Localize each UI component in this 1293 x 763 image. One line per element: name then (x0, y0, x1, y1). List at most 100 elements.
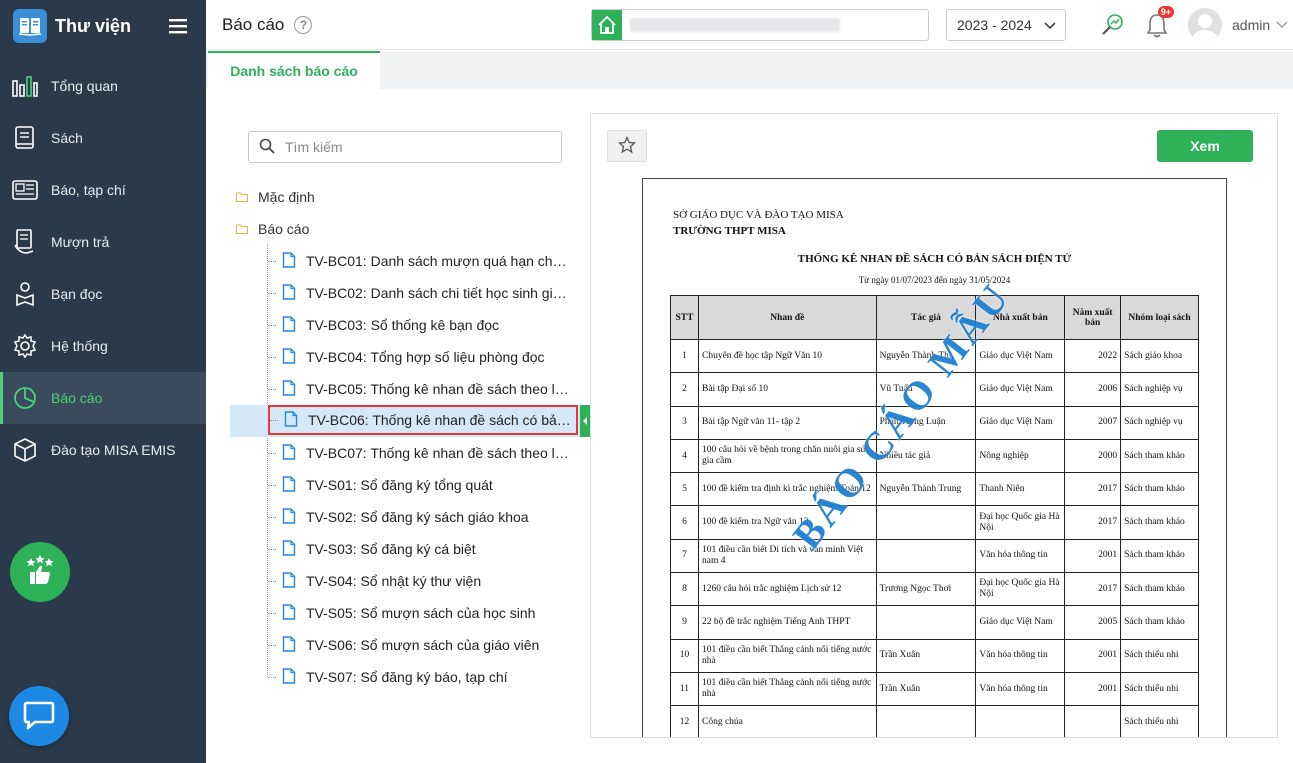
tree-branch (268, 516, 276, 518)
report-item[interactable]: TV-BC07: Thống kê nhan đề sách theo lượt… (268, 438, 578, 468)
sidebar-item-sach[interactable]: Sách (0, 112, 206, 164)
report-item[interactable]: TV-S04: Sổ nhật ký thư viện (268, 566, 578, 596)
view-button[interactable]: Xem (1157, 130, 1253, 162)
tree-branch (268, 388, 276, 390)
sidebar-item-bao-tap-chi[interactable]: Báo, tạp chí (0, 164, 206, 216)
report-item[interactable]: TV-BC04: Tổng hợp số liệu phòng đọc (268, 342, 578, 372)
tree-branch (268, 324, 276, 326)
table-cell: 2017 (1064, 472, 1122, 507)
table-cell: Văn hóa thông tin (975, 538, 1066, 574)
report-preview-panel: Xem SỞ GIÁO DỤC VÀ ĐÀO TẠO MISA TRƯỜNG T… (590, 113, 1278, 738)
column-header: Năm xuất bản (1064, 295, 1122, 340)
table-cell: 2001 (1064, 638, 1122, 673)
table-cell: Sách tham khảo (1120, 472, 1199, 507)
chevron-down-icon[interactable] (1276, 17, 1288, 33)
tab-danh-sach-bao-cao[interactable]: Danh sách báo cáo (208, 51, 380, 89)
report-item[interactable]: TV-BC03: Sổ thống kê bạn đọc (268, 310, 578, 340)
document-icon (282, 315, 296, 335)
table-cell: 11 (670, 671, 699, 707)
sidebar-item-dao-tao-misa-emis[interactable]: Đào tạo MISA EMIS (0, 424, 206, 476)
report-label: TV-BC06: Thống kê nhan đề sách có bản sá… (308, 412, 576, 428)
table-cell: Công chúa (697, 705, 877, 737)
report-item[interactable]: TV-S01: Sổ đăng ký tổng quát (268, 470, 578, 500)
report-item[interactable]: TV-S06: Sổ mượn sách của giáo viên (268, 630, 578, 660)
feedback-button[interactable] (10, 542, 70, 602)
table-cell: 101 điều cần biết Di tích và văn minh Vi… (697, 538, 877, 574)
table-cell: 3 (670, 405, 699, 440)
document-icon (284, 410, 298, 430)
tree-branch (270, 419, 278, 421)
folder-label: Báo cáo (258, 221, 310, 237)
school-year-select[interactable]: 2023 - 2024 (946, 9, 1066, 41)
table-cell: 22 bộ đề trắc nghiệm Tiếng Anh THPT (697, 605, 877, 640)
report-item[interactable]: TV-S07: Sổ đăng ký báo, tạp chí (268, 662, 578, 692)
report-item[interactable]: TV-S05: Sổ mượn sách của học sinh (268, 598, 578, 628)
sidebar-item-label: Mượn trả (51, 234, 110, 250)
folder-open-icon (236, 221, 248, 237)
table-cell (875, 605, 977, 640)
table-cell: Bài tập Đại số 10 (697, 372, 877, 407)
hamburger-menu-icon[interactable] (158, 6, 198, 46)
table-cell: 9 (670, 605, 699, 640)
table-cell: Nhiều tác giả (875, 438, 977, 474)
table-cell: Sách tham khảo (1120, 538, 1199, 574)
folder-bao-cao[interactable]: Báo cáo (236, 217, 309, 241)
borrow-return-icon (11, 228, 39, 256)
table-cell: 100 đề kiểm tra định kì trắc nghiệm Toán… (697, 472, 877, 507)
library-logo-icon (13, 9, 47, 43)
book-icon (11, 124, 39, 152)
folder-icon (236, 189, 248, 205)
report-label: TV-S04: Sổ nhật ký thư viện (306, 573, 482, 589)
search-input[interactable] (285, 139, 545, 155)
table-cell: Vũ Tuấn (875, 372, 977, 407)
report-item[interactable]: TV-BC06: Thống kê nhan đề sách có bản sá… (268, 405, 578, 435)
school-selector[interactable] (591, 9, 929, 41)
report-item[interactable]: TV-BC01: Danh sách mượn quá hạn chưa trả (268, 246, 578, 276)
sidebar-item-he-thong[interactable]: Hệ thống (0, 320, 206, 372)
folder-mac-dinh[interactable]: Mặc định (236, 185, 315, 209)
table-cell: Giáo dục Việt Nam (975, 605, 1066, 640)
table-cell: Sách tham khảo (1120, 572, 1199, 607)
help-icon[interactable]: ? (294, 15, 313, 34)
report-item[interactable]: TV-S02: Sổ đăng ký sách giáo khoa (268, 502, 578, 532)
table-row: 10 101 điều cần biết Thắng cảnh nổi tiếng… (670, 638, 1199, 673)
user-name[interactable]: admin (1232, 17, 1270, 33)
tree-search[interactable] (248, 131, 562, 163)
page-title: Báo cáo (222, 14, 285, 34)
sidebar-item-label: Báo cáo (51, 390, 103, 406)
table-cell: Trần Xuân (875, 671, 977, 707)
document-icon (282, 603, 296, 623)
table-cell (875, 705, 977, 737)
sidebar-item-ban-doc[interactable]: Bạn đọc (0, 268, 206, 320)
table-cell: Nguyễn Thành Thi (875, 338, 977, 374)
table-cell: 6 (670, 505, 699, 540)
document-icon (282, 571, 296, 591)
report-item[interactable]: TV-S03: Sổ đăng ký cá biệt (268, 534, 578, 564)
notification-bell-icon[interactable]: 9+ (1140, 6, 1174, 42)
chat-button[interactable] (9, 686, 69, 746)
sidebar-item-tong-quan[interactable]: Tổng quan (0, 60, 206, 112)
table-row: 1 Chuyên đề học tập Ngữ Văn 10 Nguyễn Thàn… (670, 338, 1199, 374)
avatar[interactable] (1188, 8, 1222, 42)
table-cell: Bài tập Ngữ văn 11- tập 2 (697, 405, 877, 440)
report-school: TRƯỜNG THPT MISA (673, 225, 786, 237)
table-cell: 2017 (1064, 572, 1122, 607)
report-item[interactable]: TV-BC02: Danh sách chi tiết học sinh giá… (268, 278, 578, 308)
collapse-panel-handle[interactable] (580, 405, 590, 437)
sidebar-item-bao-cao[interactable]: Báo cáo (0, 372, 206, 424)
tab-strip: Danh sách báo cáo (206, 51, 1293, 89)
school-name-blurred (630, 18, 840, 32)
report-department: SỞ GIÁO DỤC VÀ ĐÀO TẠO MISA (673, 209, 844, 221)
report-item[interactable]: TV-BC05: Thống kê nhan đề sách theo lượt… (268, 374, 578, 404)
search-analytics-icon[interactable] (1096, 8, 1130, 42)
favorite-button[interactable] (607, 130, 647, 162)
table-cell (1064, 705, 1122, 737)
document-icon (282, 539, 296, 559)
table-row: 9 22 bộ đề trắc nghiệm Tiếng Anh THPT Giáo… (670, 605, 1199, 640)
sidebar-item-muon-tra[interactable]: Mượn trả (0, 216, 206, 268)
report-label: TV-S01: Sổ đăng ký tổng quát (306, 477, 493, 493)
table-cell: 5 (670, 472, 699, 507)
report-table: STT Nhan đề Tác giả Nhà xuất bản Năm xuấ… (670, 295, 1199, 737)
newspaper-icon (11, 176, 39, 204)
document-icon (282, 443, 296, 463)
